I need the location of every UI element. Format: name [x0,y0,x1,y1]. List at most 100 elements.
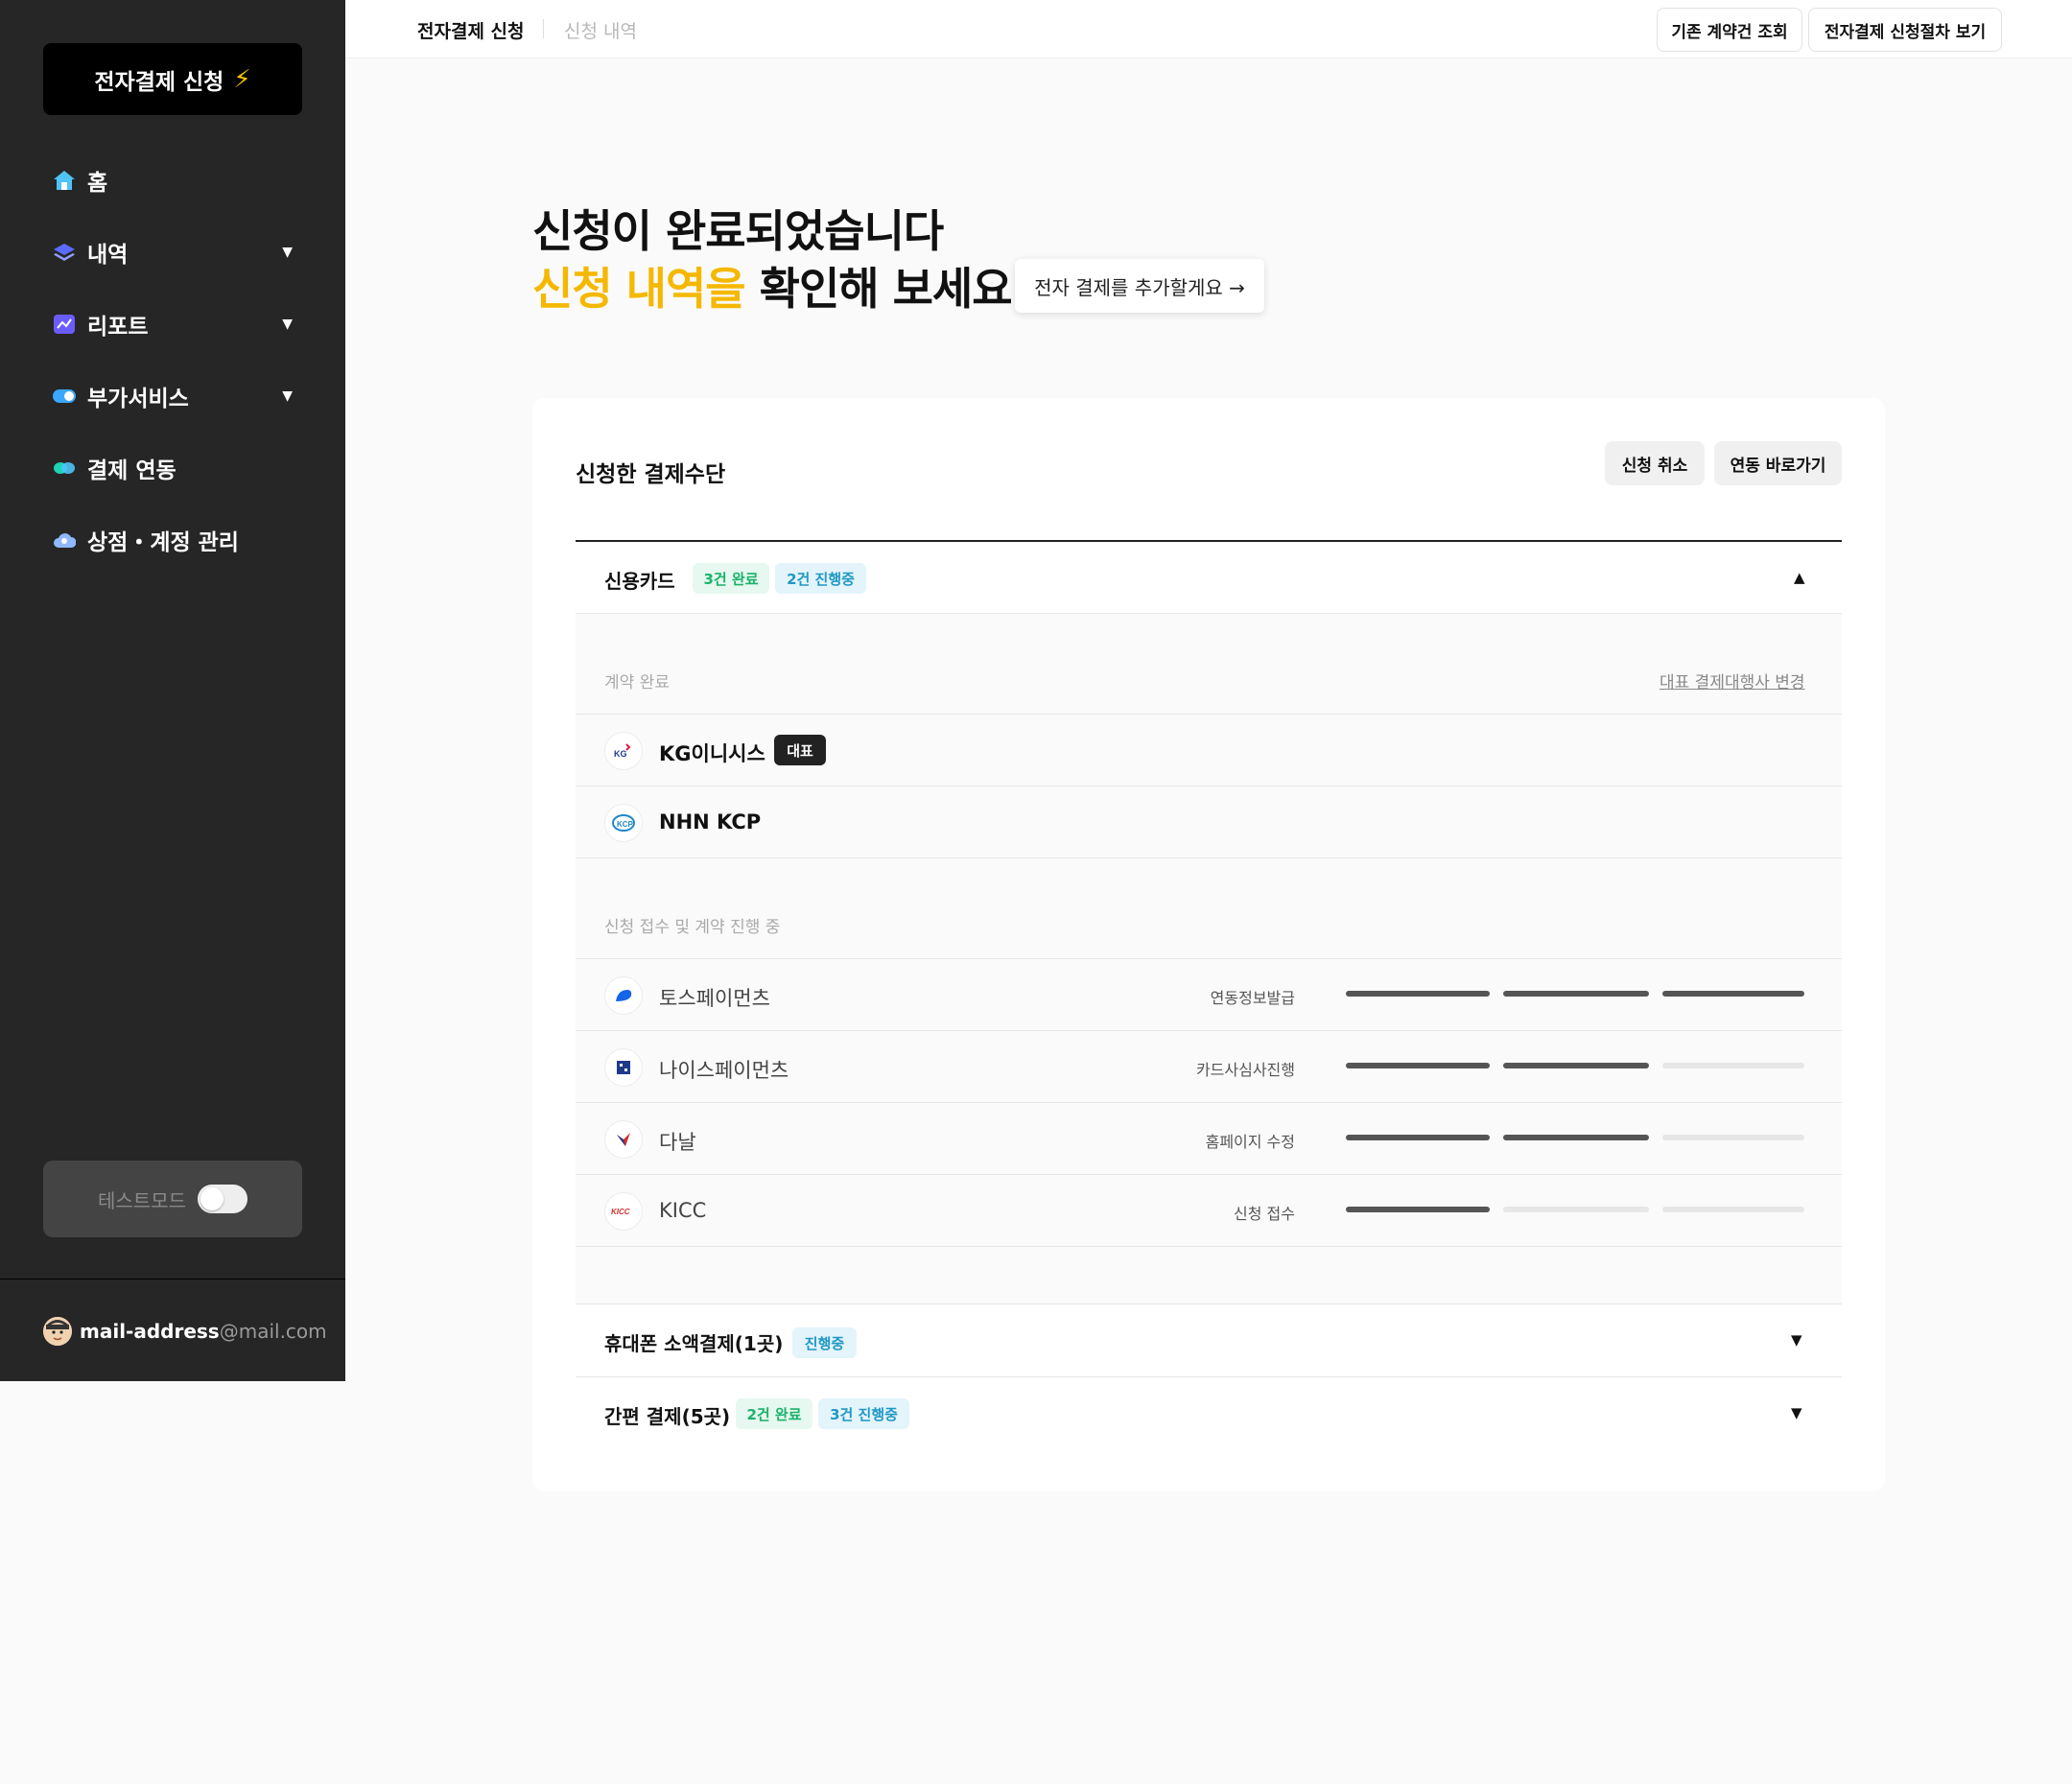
add-payment-button[interactable]: 전자 결제를 추가할게요 → [1015,259,1264,313]
sidebar-item-label: 내역 [87,243,129,268]
layers-icon [53,241,76,264]
home-icon [53,169,76,192]
toggle-icon [53,385,76,408]
mobile-payment-title[interactable]: 휴대폰 소액결제(1곳) [604,1328,783,1356]
row-divider [576,714,1842,715]
card-title: 신청한 결제수단 [576,462,726,487]
progress-step [1503,991,1649,997]
sidebar-item-history[interactable]: 내역 ▼ [53,233,293,271]
sidebar-item-integration[interactable]: 결제 연동 [53,449,293,487]
go-integration-button[interactable]: 연동 바로가기 [1714,441,1842,485]
row-divider [576,1030,1842,1031]
sidebar-item-home[interactable]: 홈 [53,161,293,200]
danal-logo-icon [604,1120,643,1159]
progress-step [1662,1135,1804,1140]
hero-title: 신청이 완료되었습니다 [532,205,944,257]
kicc-logo-icon: KICC [604,1192,643,1231]
status-badge: 진행중 [792,1327,857,1358]
status-badge: 2건 진행중 [775,563,866,594]
row-divider [576,857,1842,858]
apply-payment-button[interactable]: 전자결제 신청 ⚡ [43,43,302,115]
section-divider [576,540,1842,542]
easy-payment-title[interactable]: 간편 결제(5곳) [604,1401,730,1429]
row-divider [576,1376,1842,1377]
svg-text:KG: KG [614,749,627,759]
tab-separator [543,19,544,38]
nice-payments-logo-icon [604,1048,643,1087]
cloud-icon [53,528,76,552]
progress-step [1346,1063,1490,1068]
chevron-down-icon: ▼ [282,317,293,332]
row-divider [576,958,1842,959]
sidebar-item-store[interactable]: 상점・계정 관리 [53,521,293,559]
status-badge: 3건 완료 [693,563,769,594]
change-representative-link[interactable]: 대표 결제대행사 변경 [1660,669,1805,692]
row-divider [576,1246,1842,1247]
contracted-label: 계약 완료 [604,673,670,692]
progress-step [1662,1207,1804,1212]
sidebar: 전자결제 신청 ⚡ 홈 내역 ▼ 리포트 ▼ 부가서비스 ▼ 결제 연동 상점・… [0,0,345,1381]
procedure-button[interactable]: 전자결제 신청절차 보기 [1808,8,2002,52]
sidebar-item-label: 리포트 [87,315,149,340]
row-divider [576,1102,1842,1103]
progress-step [1503,1207,1649,1212]
chart-icon [53,313,76,336]
progress-status: 연동정보발급 [1210,989,1295,1007]
account-domain: @mail.com [219,1320,327,1343]
sidebar-item-label: 홈 [87,171,108,196]
status-badge: 2건 완료 [736,1398,812,1429]
progress-status: 카드사심사진행 [1195,1061,1295,1079]
pg-name: KG이니시스 [659,742,765,765]
kg-inicis-logo-icon: KG [604,732,643,770]
pg-name: 다날 [659,1131,696,1154]
progress-step [1346,1135,1490,1140]
hero-subtitle: 신청 내역을 확인해 보세요 [532,254,1013,317]
sidebar-item-addon[interactable]: 부가서비스 ▼ [53,377,293,415]
existing-contract-button[interactable]: 기존 계약건 조회 [1657,8,1802,52]
payment-methods-card: 신청한 결제수단 신청 취소 연동 바로가기 신용카드 3건 완료 2건 진행중… [532,398,1885,1491]
test-mode-panel: 테스트모드 [43,1161,302,1237]
chevron-up-icon[interactable]: ▲ [1794,569,1805,586]
toggle-knob [200,1187,224,1210]
progress-step [1503,1063,1649,1068]
link-icon [53,457,76,480]
top-bar: 전자결제 신청 신청 내역 기존 계약건 조회 전자결제 신청절차 보기 [345,0,2072,59]
sidebar-item-report[interactable]: 리포트 ▼ [53,305,293,343]
row-divider [576,1303,1842,1304]
account-user: mail-address [80,1320,220,1343]
sidebar-item-label: 결제 연동 [87,458,177,483]
test-mode-label: 테스트모드 [98,1188,186,1212]
pg-name: 토스페이먼츠 [659,987,770,1010]
toss-payments-logo-icon [604,976,643,1015]
chevron-down-icon[interactable]: ▼ [1791,1331,1802,1349]
progress-status: 홈페이지 수정 [1205,1133,1295,1151]
apply-payment-label: 전자결제 신청 [94,69,224,95]
hero-subtitle-rest: 확인해 보세요 [744,263,1013,315]
status-badge: 3건 진행중 [818,1398,909,1429]
progress-step [1503,1135,1649,1140]
credit-card-title[interactable]: 신용카드 [604,566,675,594]
sidebar-item-label: 부가서비스 [87,387,189,411]
test-mode-toggle[interactable] [198,1185,247,1213]
cancel-application-button[interactable]: 신청 취소 [1605,441,1705,485]
sidebar-item-label: 상점・계정 관리 [87,530,239,555]
lightning-icon: ⚡ [233,64,251,94]
progress-step [1662,1063,1804,1068]
row-divider [576,1174,1842,1175]
progress-status: 신청 접수 [1234,1205,1295,1223]
nhn-kcp-logo-icon: KCP [604,804,643,842]
progress-step [1662,991,1804,997]
tab-history[interactable]: 신청 내역 [564,17,637,43]
representative-badge: 대표 [774,735,826,765]
avatar [43,1317,72,1346]
pg-name: KICC [659,1199,707,1222]
tab-apply[interactable]: 전자결제 신청 [417,17,525,43]
progress-step [1346,991,1490,997]
svg-text:KCP: KCP [617,820,634,829]
pending-label: 신청 접수 및 계약 진행 중 [604,918,781,937]
chevron-down-icon[interactable]: ▼ [1791,1404,1802,1421]
svg-text:KICC: KICC [611,1208,630,1216]
account-info[interactable]: mail-address @mail.com [43,1314,327,1349]
chevron-down-icon: ▼ [282,388,293,404]
progress-step [1346,1207,1490,1212]
